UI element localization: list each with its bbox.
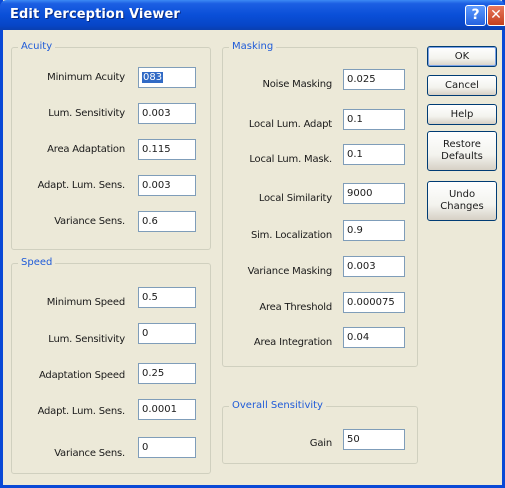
local-similarity-field[interactable]: 9000 bbox=[343, 183, 405, 204]
acuity-legend: Acuity bbox=[18, 41, 56, 53]
masking-group: Masking bbox=[222, 41, 418, 367]
overall-sensitivity-legend: Overall Sensitivity bbox=[229, 400, 326, 412]
local-lum-mask-label: Local Lum. Mask. bbox=[249, 154, 332, 165]
acuity-lum-sensitivity-label: Lum. Sensitivity bbox=[48, 108, 125, 119]
ok-button[interactable]: OK bbox=[427, 46, 497, 67]
restore-defaults-label-line1: Restore bbox=[443, 139, 481, 150]
cancel-button[interactable]: Cancel bbox=[427, 75, 497, 96]
local-similarity-label: Local Similarity bbox=[258, 193, 332, 204]
speed-lum-sensitivity-label: Lum. Sensitivity bbox=[48, 334, 125, 345]
minimum-acuity-field[interactable]: 083 bbox=[138, 67, 196, 88]
minimum-speed-label: Minimum Speed bbox=[46, 297, 125, 308]
masking-legend: Masking bbox=[229, 41, 277, 53]
speed-variance-sens-field[interactable]: 0 bbox=[138, 437, 196, 458]
area-integration-label: Area Integration bbox=[253, 337, 332, 348]
sim-localization-field[interactable]: 0.9 bbox=[343, 220, 405, 241]
area-threshold-field[interactable]: 0.000075 bbox=[343, 292, 405, 313]
noise-masking-field[interactable]: 0.025 bbox=[343, 69, 405, 90]
local-lum-mask-field[interactable]: 0.1 bbox=[343, 144, 405, 165]
sim-localization-label: Sim. Localization bbox=[250, 230, 332, 241]
acuity-adapt-lum-sens-field[interactable]: 0.003 bbox=[138, 175, 196, 196]
acuity-variance-sens-field[interactable]: 0.6 bbox=[138, 211, 196, 232]
acuity-variance-sens-label: Variance Sens. bbox=[54, 216, 125, 227]
minimum-acuity-label: Minimum Acuity bbox=[47, 72, 125, 83]
adaptation-speed-field[interactable]: 0.25 bbox=[138, 363, 196, 384]
acuity-lum-sensitivity-field[interactable]: 0.003 bbox=[138, 103, 196, 124]
restore-defaults-button[interactable]: Restore Defaults bbox=[427, 131, 497, 171]
speed-lum-sensitivity-field[interactable]: 0 bbox=[138, 323, 196, 344]
gain-field[interactable]: 50 bbox=[343, 429, 405, 450]
variance-masking-field[interactable]: 0.003 bbox=[343, 256, 405, 277]
speed-adapt-lum-sens-label: Adapt. Lum. Sens. bbox=[37, 406, 126, 417]
adaptation-speed-label: Adaptation Speed bbox=[38, 370, 125, 381]
gain-label: Gain bbox=[309, 438, 332, 449]
dialog-window: Edit Perception Viewer ? ✕ Acuity Minimu… bbox=[0, 0, 505, 488]
minimum-speed-field[interactable]: 0.5 bbox=[138, 287, 196, 308]
close-icon[interactable]: ✕ bbox=[487, 5, 505, 26]
speed-adapt-lum-sens-field[interactable]: 0.0001 bbox=[138, 399, 196, 420]
cancel-button-label: Cancel bbox=[445, 79, 479, 91]
window-title: Edit Perception Viewer bbox=[10, 7, 180, 22]
ok-button-label: OK bbox=[454, 50, 470, 62]
undo-changes-button[interactable]: Undo Changes bbox=[427, 181, 497, 221]
restore-defaults-label-line2: Defaults bbox=[441, 151, 483, 162]
speed-legend: Speed bbox=[18, 257, 56, 269]
local-lum-adapt-field[interactable]: 0.1 bbox=[343, 109, 405, 130]
help-icon[interactable]: ? bbox=[465, 5, 486, 26]
speed-variance-sens-label: Variance Sens. bbox=[54, 448, 125, 459]
acuity-adapt-lum-sens-label: Adapt. Lum. Sens. bbox=[37, 180, 126, 191]
area-threshold-label: Area Threshold bbox=[259, 302, 332, 313]
local-lum-adapt-label: Local Lum. Adapt bbox=[248, 119, 332, 130]
minimum-acuity-value: 083 bbox=[142, 72, 164, 83]
title-bar[interactable]: Edit Perception Viewer ? ✕ bbox=[0, 0, 505, 30]
area-adaptation-field[interactable]: 0.115 bbox=[138, 139, 196, 160]
undo-changes-label-line2: Changes bbox=[440, 201, 484, 212]
undo-changes-label-line1: Undo bbox=[448, 189, 476, 200]
noise-masking-label: Noise Masking bbox=[262, 79, 332, 90]
help-button-label: Help bbox=[450, 108, 474, 120]
area-adaptation-label: Area Adaptation bbox=[47, 144, 125, 155]
area-integration-field[interactable]: 0.04 bbox=[343, 327, 405, 348]
variance-masking-label: Variance Masking bbox=[247, 266, 333, 277]
help-button[interactable]: Help bbox=[427, 104, 497, 125]
